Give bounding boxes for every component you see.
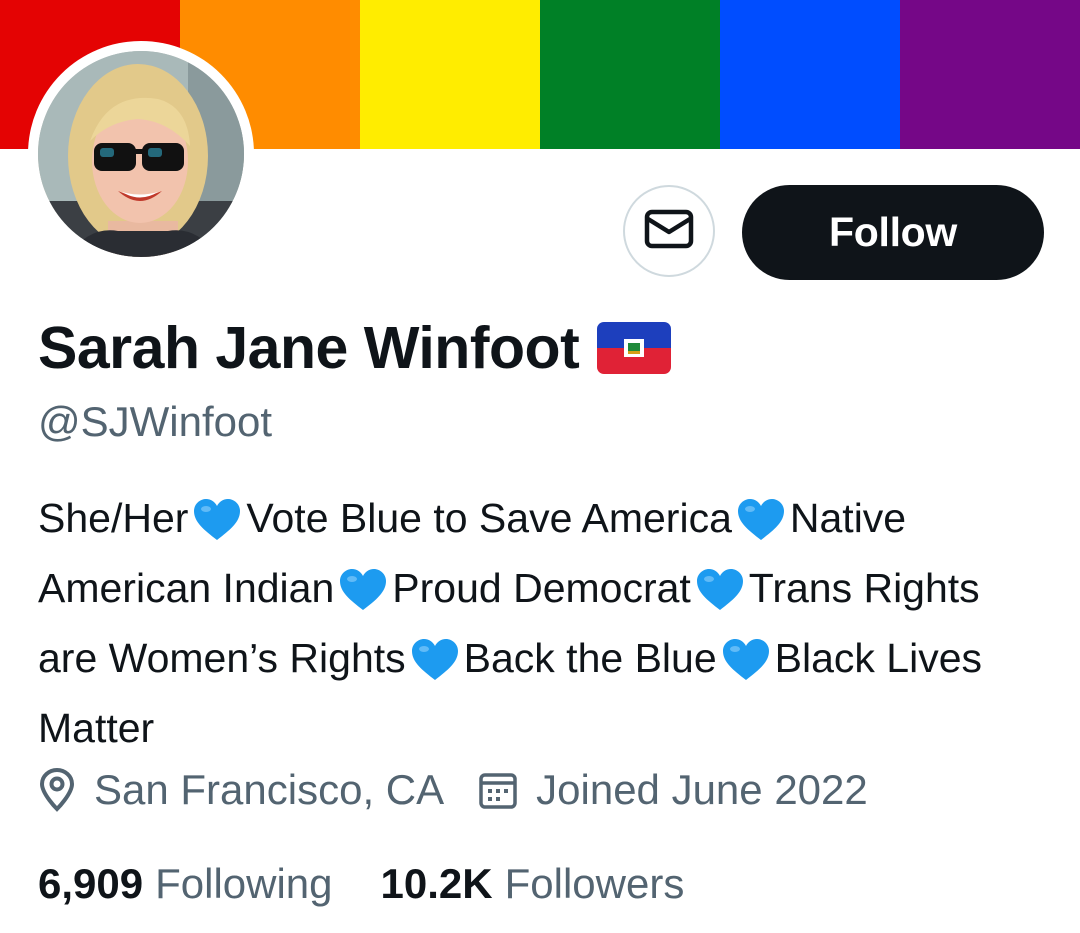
blue-heart-icon bbox=[410, 638, 460, 698]
display-name: Sarah Jane Winfoot bbox=[38, 315, 580, 381]
follow-stats: 6,909 Following 10.2K Followers bbox=[38, 856, 684, 912]
bio-segment: Proud Democrat bbox=[392, 565, 691, 611]
profile-bio: She/Her Vote Blue to Save America Native A… bbox=[38, 488, 1048, 758]
banner-stripe-purple bbox=[900, 0, 1080, 149]
blue-heart-icon bbox=[695, 568, 745, 628]
bio-segment: Back the Blue bbox=[463, 635, 717, 681]
joined-date-text: Joined June 2022 bbox=[536, 766, 868, 813]
followers-label: Followers bbox=[504, 860, 685, 907]
profile-meta: San Francisco, CA Joined June 2022 bbox=[38, 762, 868, 818]
envelope-icon bbox=[644, 209, 694, 254]
banner-stripe-green bbox=[540, 0, 720, 149]
blue-heart-icon bbox=[192, 498, 242, 558]
blue-heart-icon bbox=[721, 638, 771, 698]
avatar-photo bbox=[38, 51, 244, 257]
banner-stripe-yellow bbox=[360, 0, 540, 149]
bio-segment: She/Her bbox=[38, 495, 189, 541]
calendar-icon bbox=[478, 770, 518, 810]
display-name-row: Sarah Jane Winfoot bbox=[38, 308, 672, 388]
bio-segment: Vote Blue to Save America bbox=[246, 495, 732, 541]
haiti-flag-icon bbox=[597, 322, 672, 374]
following-count: 6,909 bbox=[38, 860, 144, 907]
banner-stripe-blue bbox=[720, 0, 900, 149]
follow-button[interactable]: Follow bbox=[742, 185, 1044, 280]
user-handle: @SJWinfoot bbox=[38, 398, 273, 445]
location-pin-icon bbox=[38, 768, 76, 812]
followers-link[interactable]: 10.2K Followers bbox=[381, 860, 685, 908]
follow-button-label: Follow bbox=[828, 209, 957, 255]
message-button[interactable] bbox=[623, 185, 715, 277]
blue-heart-icon bbox=[736, 498, 786, 558]
following-label: Following bbox=[155, 860, 333, 907]
location-text: San Francisco, CA bbox=[94, 766, 445, 813]
blue-heart-icon bbox=[338, 568, 388, 628]
following-link[interactable]: 6,909 Following bbox=[38, 860, 333, 908]
avatar[interactable] bbox=[28, 41, 254, 267]
followers-count: 10.2K bbox=[380, 860, 493, 907]
